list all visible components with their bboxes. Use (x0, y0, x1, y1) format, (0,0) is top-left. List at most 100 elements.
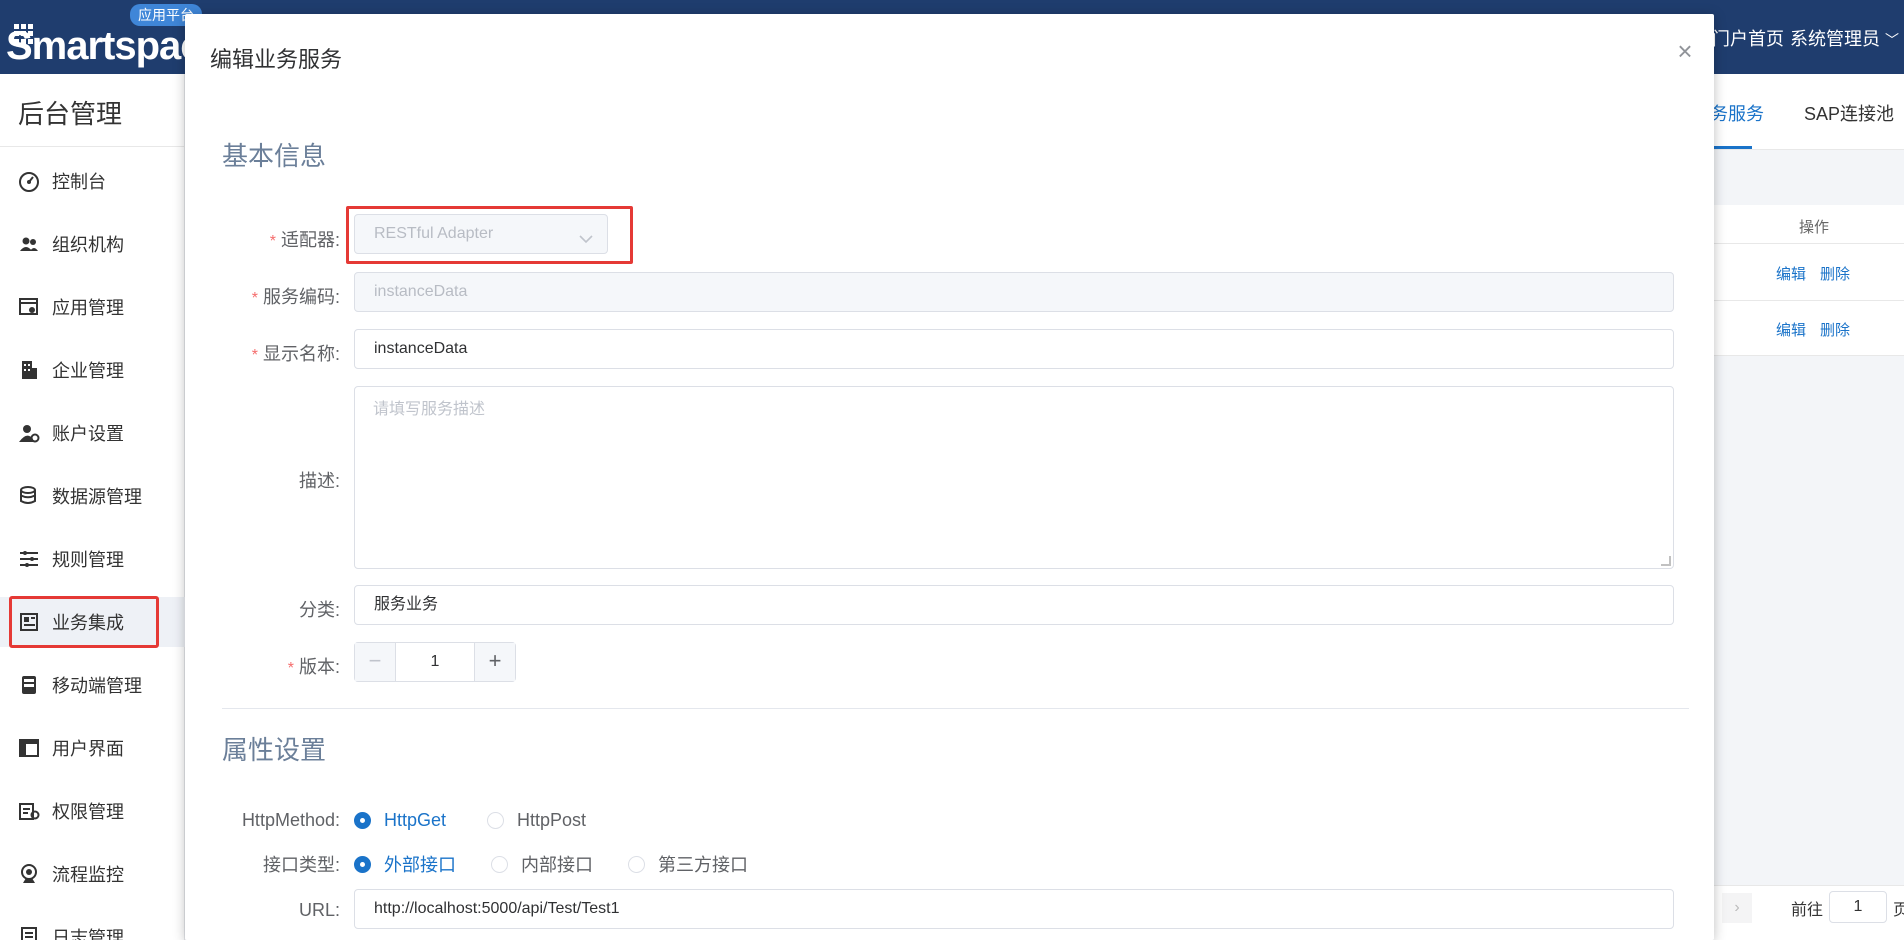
table-row-divider (1712, 243, 1904, 244)
dashboard-icon (18, 170, 40, 192)
sidebar-item-label: 账户设置 (52, 424, 124, 444)
nav-home-link[interactable]: 门户首页 (1712, 25, 1784, 51)
sidebar-item-label: 权限管理 (52, 802, 124, 822)
required-mark: * (269, 233, 276, 250)
sidebar: 后台管理 控制台 组织机构 应用管理 企业管理 账户设置 数据源管理 规则管理 … (0, 74, 185, 940)
interface-type-label: 接口类型: (262, 855, 340, 875)
required-mark: * (287, 660, 294, 677)
radio-third-party-interface[interactable]: 第三方接口 (628, 851, 748, 877)
sidebar-item-permission[interactable]: 权限管理 (0, 786, 185, 836)
building-icon (18, 359, 40, 381)
radio-unchecked-icon (487, 812, 504, 829)
url-label: URL: (298, 900, 340, 920)
radio-unchecked-icon (491, 855, 508, 873)
pager-next-button[interactable]: › (1722, 893, 1752, 923)
chevron-down-icon: ﹀ (1885, 32, 1900, 48)
user-menu-label: 系统管理员 (1790, 29, 1880, 49)
radio-httpget[interactable]: HttpGet (354, 810, 446, 831)
sidebar-item-label: 组织机构 (52, 235, 124, 255)
description-placeholder: 请填写服务描述 (373, 401, 486, 418)
url-input[interactable]: http://localhost:5000/api/Test/Test1 (354, 889, 1674, 929)
display-name-input[interactable]: instanceData (354, 329, 1674, 369)
sidebar-divider (0, 146, 185, 147)
app-settings-icon (18, 296, 40, 318)
pager-goto-label: 前往 (1791, 902, 1824, 919)
section-basic-info: 基本信息 (222, 141, 327, 171)
sidebar-item-label: 日志管理 (52, 928, 124, 940)
active-tab-indicator (1712, 146, 1752, 149)
section-property-settings: 属性设置 (222, 735, 327, 765)
version-label: * 版本: (287, 657, 340, 677)
mobile-icon (18, 674, 40, 696)
section-divider (222, 708, 1689, 709)
tab-business-service[interactable]: 务服务 (1710, 100, 1764, 126)
row-edit-link[interactable]: 编辑 (1776, 319, 1806, 340)
http-method-label: HttpMethod: (241, 810, 340, 830)
sidebar-item-app-management[interactable]: 应用管理 (0, 282, 185, 332)
description-label: 描述: (298, 471, 340, 491)
sidebar-item-label: 企业管理 (52, 361, 124, 381)
tab-sap-pool[interactable]: SAP连接池 (1804, 100, 1894, 126)
user-menu[interactable]: 系统管理员 ﹀ (1790, 25, 1899, 51)
radio-checked-icon (354, 812, 371, 829)
radio-unchecked-icon (628, 855, 645, 873)
display-name-label: * 显示名称: (251, 344, 340, 364)
sidebar-item-dashboard[interactable]: 控制台 (0, 156, 185, 206)
radio-httppost[interactable]: HttpPost (487, 810, 586, 831)
required-mark: * (251, 347, 258, 364)
annotation-highlight-box (346, 206, 633, 264)
logo: Smartspac (6, 24, 203, 68)
table-header-ops: 操作 (1799, 219, 1830, 236)
users-icon (18, 233, 40, 255)
sidebar-item-mobile[interactable]: 移动端管理 (0, 660, 185, 710)
category-input[interactable]: 服务业务 (354, 585, 1674, 625)
database-icon (18, 485, 40, 507)
version-stepper: − 1 + (354, 642, 516, 682)
table-row-divider (1712, 300, 1904, 301)
layout-icon (18, 737, 40, 759)
version-increment-button[interactable]: + (474, 643, 515, 681)
sidebar-title: 后台管理 (18, 99, 123, 129)
version-decrement-button[interactable]: − (355, 643, 396, 681)
pager-suffix-label: 页 (1893, 902, 1904, 919)
radio-internal-interface[interactable]: 内部接口 (491, 851, 593, 877)
radio-external-interface[interactable]: 外部接口 (354, 851, 456, 877)
rules-icon (18, 548, 40, 570)
monitor-icon (18, 863, 40, 885)
row-delete-link[interactable]: 删除 (1820, 319, 1850, 340)
version-value[interactable]: 1 (396, 643, 474, 681)
sidebar-item-label: 移动端管理 (52, 676, 142, 696)
sidebar-item-label: 数据源管理 (52, 487, 142, 507)
service-code-input[interactable]: instanceData (354, 272, 1674, 312)
sidebar-item-label: 流程监控 (52, 865, 124, 885)
log-icon (18, 926, 40, 940)
row-delete-link[interactable]: 删除 (1820, 263, 1850, 284)
sidebar-item-account[interactable]: 账户设置 (0, 408, 185, 458)
sidebar-item-ui[interactable]: 用户界面 (0, 723, 185, 773)
sidebar-item-process-monitor[interactable]: 流程监控 (0, 849, 185, 899)
sidebar-item-log[interactable]: 日志管理 (0, 912, 185, 940)
required-mark: * (251, 290, 258, 307)
sidebar-item-enterprise[interactable]: 企业管理 (0, 345, 185, 395)
service-code-label: * 服务编码: (251, 287, 340, 307)
radio-checked-icon (354, 855, 371, 873)
annotation-highlight-box (9, 596, 159, 648)
sidebar-item-label: 规则管理 (52, 550, 124, 570)
dialog-title: 编辑业务服务 (210, 47, 343, 72)
adapter-label: * 适配器: (269, 230, 340, 250)
table-row-divider (1712, 355, 1904, 356)
pager-page-input[interactable]: 1 (1829, 891, 1887, 923)
edit-service-dialog: 编辑业务服务 × 基本信息 * 适配器: RESTful Adapter * 服务编… (185, 14, 1714, 940)
sidebar-item-label: 控制台 (52, 172, 106, 192)
sidebar-item-rules[interactable]: 规则管理 (0, 534, 185, 584)
resize-handle-icon[interactable] (1661, 556, 1671, 566)
description-textarea[interactable]: 请填写服务描述 (354, 386, 1674, 569)
row-edit-link[interactable]: 编辑 (1776, 263, 1806, 284)
permission-icon (18, 800, 40, 822)
sidebar-item-datasource[interactable]: 数据源管理 (0, 471, 185, 521)
close-icon[interactable]: × (1670, 36, 1700, 66)
sidebar-item-label: 应用管理 (52, 298, 124, 318)
category-label: 分类: (298, 600, 340, 620)
user-settings-icon (18, 422, 40, 444)
sidebar-item-organization[interactable]: 组织机构 (0, 219, 185, 269)
